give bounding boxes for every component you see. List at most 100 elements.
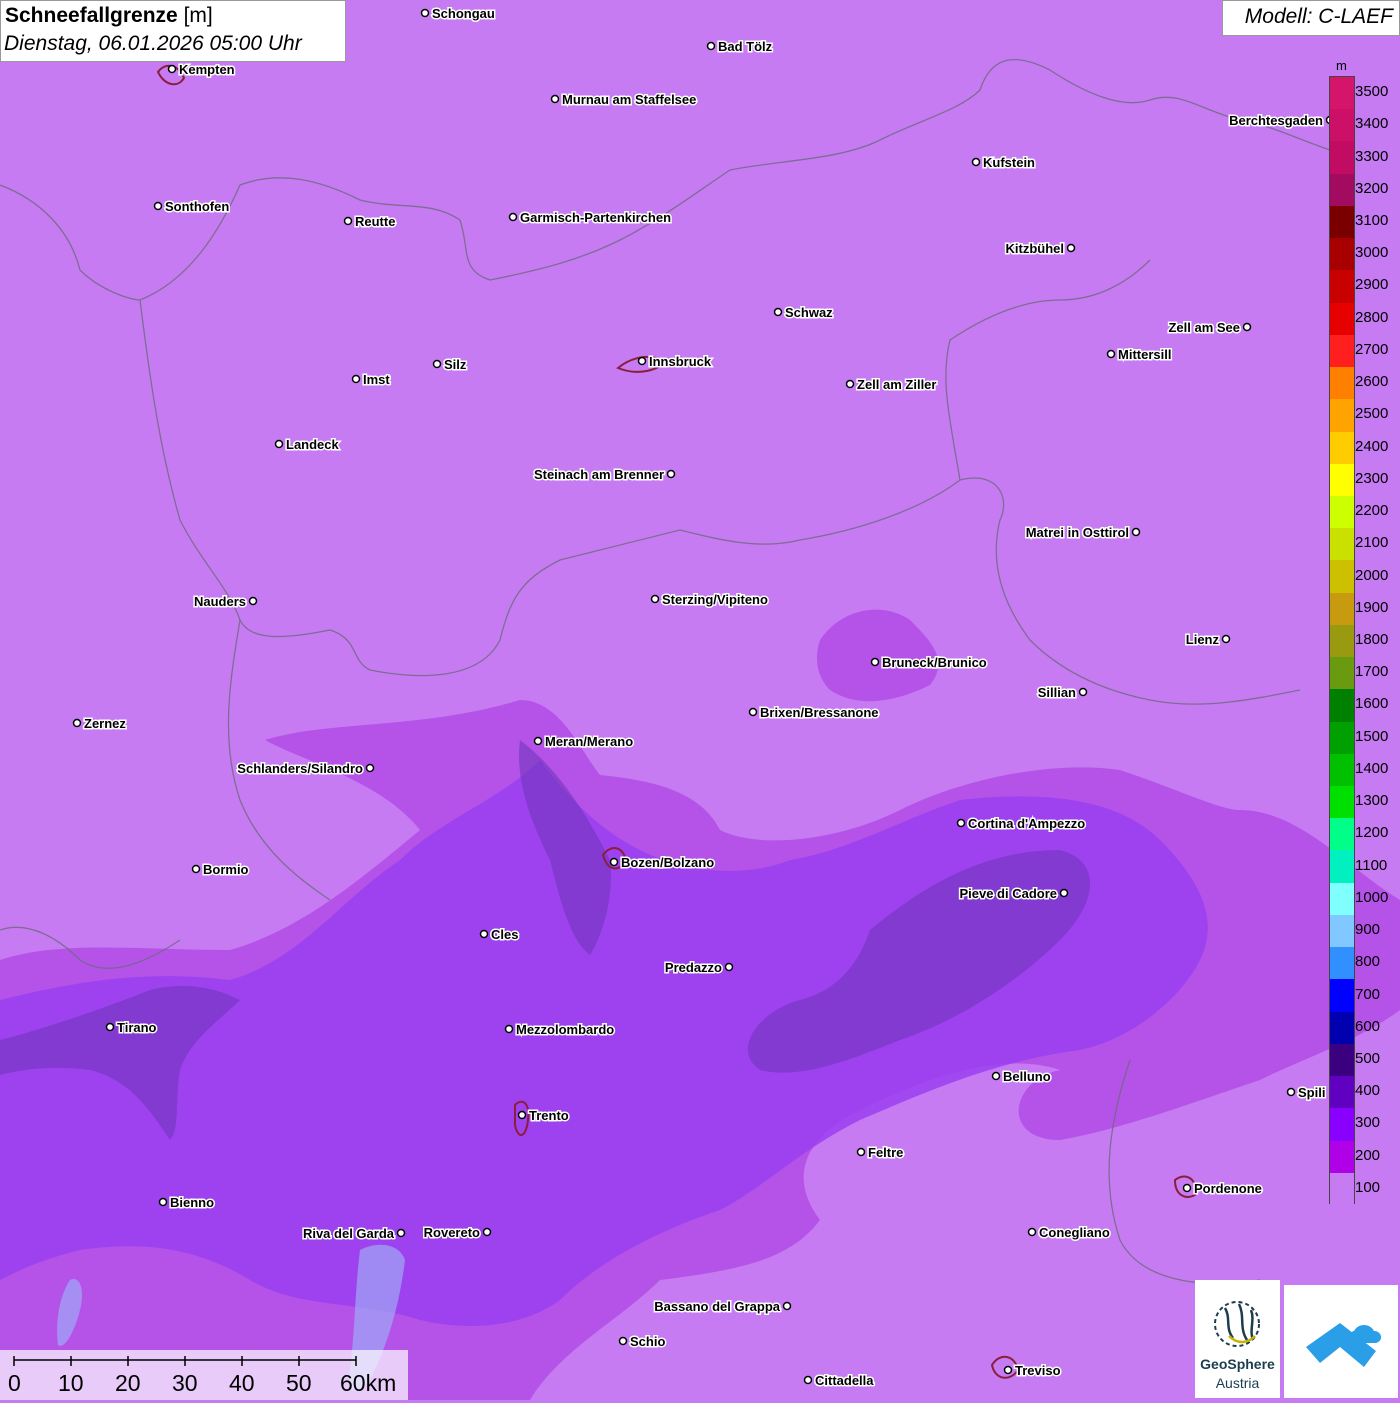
scale-bar: 0 10 20 30 40 50 60km — [0, 1350, 408, 1400]
legend-label-3200: 3200 — [1355, 179, 1389, 197]
city-label: Feltre — [868, 1145, 903, 1160]
geosphere-logo: GeoSphere Austria — [1195, 1280, 1280, 1398]
legend-swatch-1400 — [1330, 753, 1354, 787]
legend-swatch-400 — [1330, 1076, 1354, 1109]
map-title: Schneefallgrenze [m] — [5, 4, 213, 28]
city-label: Steinach am Brenner — [534, 467, 664, 482]
city-zell-am-see: Zell am See — [1167, 319, 1252, 337]
city-marker-icon — [479, 929, 489, 939]
legend-label-300: 300 — [1355, 1114, 1381, 1132]
city-marker-icon — [158, 1197, 168, 1207]
scale-label-40: 40 — [229, 1370, 255, 1396]
city-marker-icon — [956, 818, 966, 828]
city-marker-icon — [508, 212, 518, 222]
city-marker-icon — [72, 718, 82, 728]
legend-label-1700: 1700 — [1355, 663, 1389, 681]
legend-label-3000: 3000 — [1355, 244, 1389, 262]
city-cortina-d-ampezzo: Cortina d'Ampezzo — [956, 815, 1087, 833]
city-label: Murnau am Staffelsee — [562, 92, 696, 107]
legend-label-2500: 2500 — [1355, 405, 1389, 423]
city-label: Zell am See — [1168, 320, 1240, 335]
legend-swatch-2100 — [1330, 528, 1354, 561]
city-conegliano: Conegliano — [1027, 1224, 1111, 1242]
legend-label-1100: 1100 — [1355, 856, 1388, 874]
city-label: Bormio — [203, 862, 249, 877]
legend-label-1200: 1200 — [1355, 824, 1389, 842]
city-bruneck-brunico: Bruneck/Brunico — [870, 654, 988, 672]
legend-label-2000: 2000 — [1355, 566, 1389, 584]
legend-label-1800: 1800 — [1355, 631, 1389, 648]
city-marker-icon — [396, 1228, 406, 1238]
city-marker-icon — [365, 763, 375, 773]
city-marker-icon — [1027, 1227, 1037, 1237]
city-label: Mezzolombardo — [516, 1022, 614, 1037]
legend-label-3300: 3300 — [1355, 147, 1389, 165]
legend-swatch-800 — [1330, 947, 1354, 980]
city-label: Sillian — [1038, 685, 1076, 700]
geosphere-logo-line2: Austria — [1215, 1375, 1260, 1391]
city-marker-icon — [1131, 527, 1141, 537]
city-marker-icon — [105, 1022, 115, 1032]
city-marker-icon — [351, 374, 361, 384]
legend-swatch-1300 — [1330, 786, 1354, 819]
legend-swatch-3300 — [1330, 141, 1354, 175]
city-label: Imst — [363, 372, 390, 387]
city-label: Brixen/Bressanone — [760, 705, 879, 720]
scale-label-0: 0 — [8, 1370, 21, 1396]
legend-swatch-3100 — [1330, 205, 1354, 239]
legend-label-2900: 2900 — [1355, 276, 1389, 294]
legend-label-400: 400 — [1355, 1082, 1381, 1100]
city-mezzolombardo: Mezzolombardo — [504, 1021, 616, 1039]
legend-swatch-3400 — [1330, 109, 1354, 142]
city-schlanders-silandro: Schlanders/Silandro — [236, 760, 375, 778]
snowfall-limit-map: Schongau Bad Tölz Kempten Murnau am Staffel… — [0, 0, 1400, 1400]
legend-swatch-1900 — [1330, 592, 1354, 626]
title-main: Schneefallgrenze — [5, 4, 178, 27]
model-box: Modell: C-LAEF — [1222, 0, 1400, 36]
legend-swatch-2200 — [1330, 495, 1354, 529]
city-label: Lienz — [1186, 632, 1220, 647]
legend-label-1400: 1400 — [1355, 759, 1389, 777]
legend-label-900: 900 — [1355, 921, 1381, 939]
legend-swatch-500 — [1330, 1043, 1354, 1077]
title-unit: [m] — [183, 4, 213, 27]
city-label: Schlanders/Silandro — [237, 761, 363, 776]
city-marker-icon — [609, 857, 619, 867]
scale-label-50: 50 — [286, 1370, 312, 1396]
city-label: Pieve di Cadore — [959, 886, 1057, 901]
city-label: Bozen/Bolzano — [621, 855, 714, 870]
legend-swatch-2400 — [1330, 431, 1354, 465]
legend-swatch-300 — [1330, 1108, 1354, 1142]
app-arrow-cloud-icon — [1306, 1323, 1382, 1367]
city-label: Spili — [1298, 1085, 1325, 1100]
city-brixen-bressanone: Brixen/Bressanone — [748, 704, 880, 722]
city-marker-icon — [517, 1110, 527, 1120]
city-label: Nauders — [194, 594, 246, 609]
legend-unit: m — [1336, 58, 1347, 73]
city-marker-icon — [191, 864, 201, 874]
legend-swatch-100 — [1330, 1172, 1354, 1206]
legend-label-2600: 2600 — [1355, 373, 1389, 391]
city-label: Bienno — [170, 1195, 214, 1210]
city-label: Zernez — [84, 716, 126, 731]
legend-swatch-1700 — [1330, 657, 1354, 690]
city-label: Belluno — [1003, 1069, 1051, 1084]
legend-swatch-3000 — [1330, 238, 1354, 271]
city-marker-icon — [504, 1024, 514, 1034]
city-marker-icon — [971, 157, 981, 167]
legend-swatch-600 — [1330, 1011, 1354, 1045]
city-label: Mittersill — [1118, 347, 1171, 362]
city-landeck: Landeck — [274, 436, 341, 454]
city-label: Rovereto — [424, 1225, 480, 1240]
legend-swatch-1000 — [1330, 882, 1354, 916]
legend-label-1500: 1500 — [1355, 727, 1389, 745]
city-marker-icon — [1242, 322, 1252, 332]
geosphere-logo-line1: GeoSphere — [1200, 1356, 1275, 1372]
legend-swatch-2500 — [1330, 399, 1354, 432]
city-bozen-bolzano: Bozen/Bolzano — [609, 854, 716, 872]
city-label: Landeck — [286, 437, 340, 452]
city-label: Meran/Merano — [545, 734, 633, 749]
city-marker-icon — [1106, 349, 1116, 359]
city-marker-icon — [618, 1336, 628, 1346]
legend-swatch-200 — [1330, 1140, 1354, 1174]
